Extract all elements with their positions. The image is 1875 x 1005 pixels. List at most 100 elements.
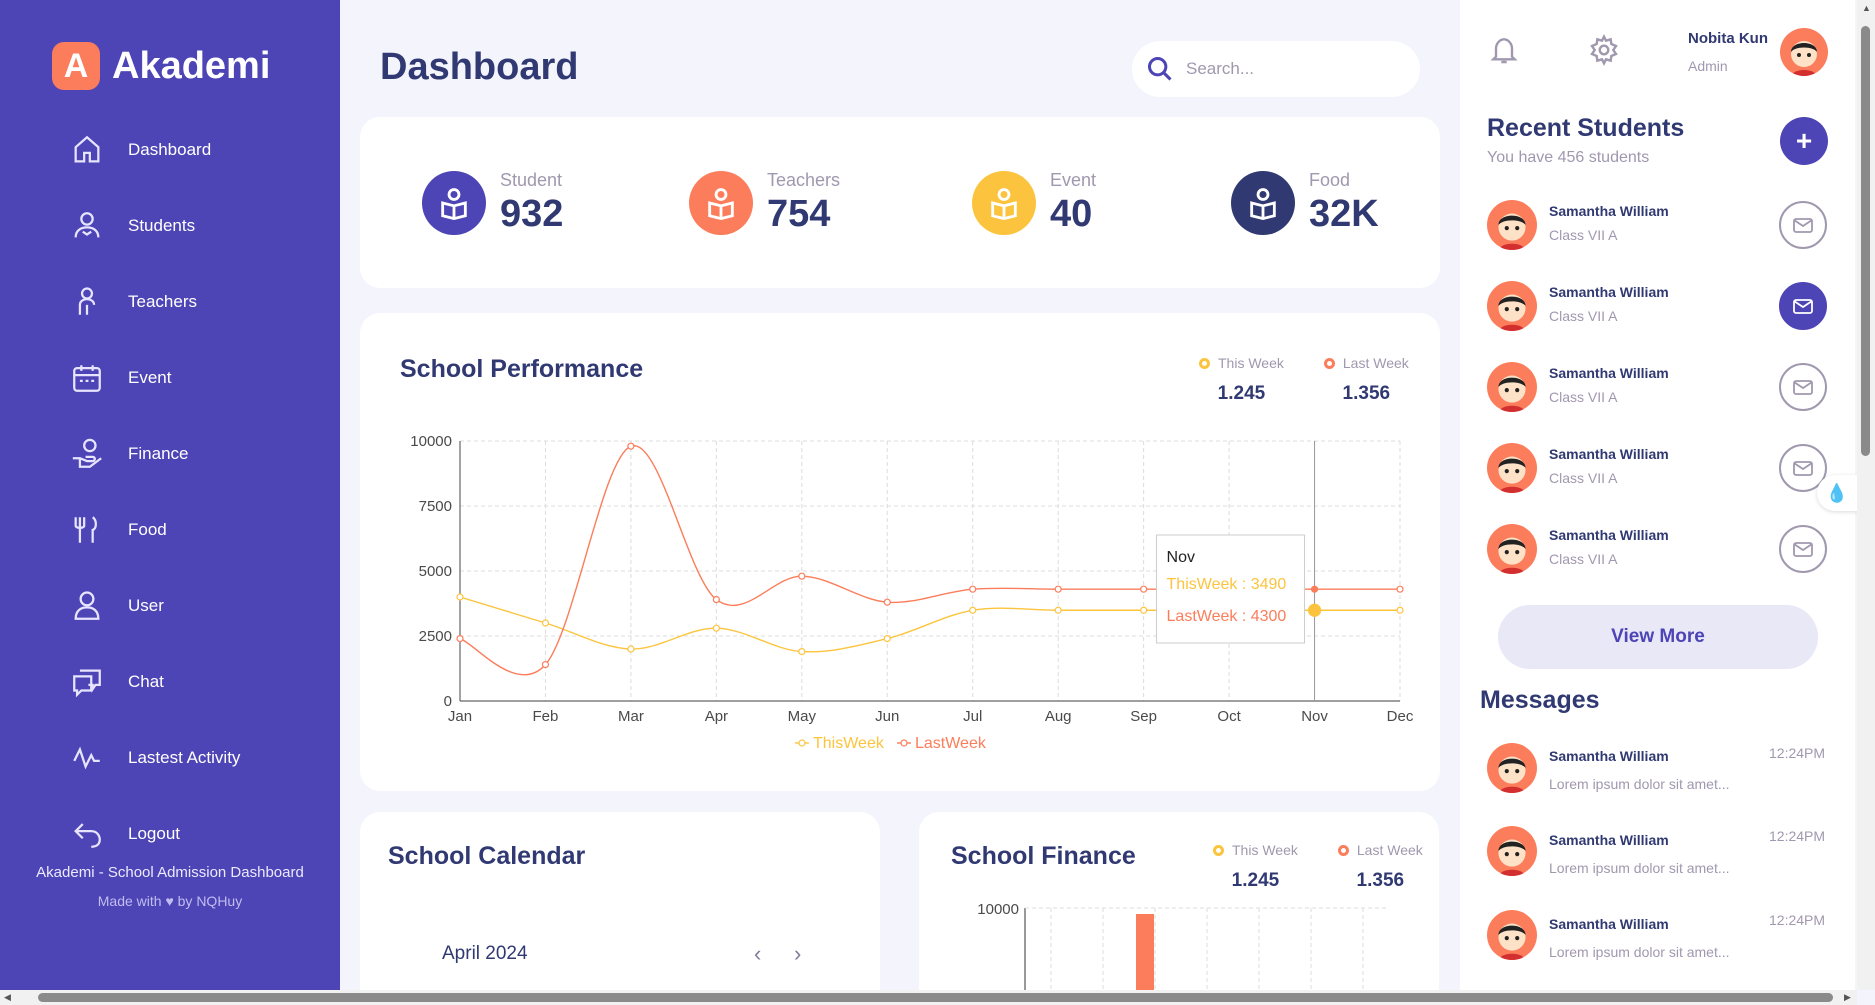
add-student-button[interactable]: + — [1780, 117, 1828, 165]
scroll-right-icon[interactable]: ▶ — [1844, 992, 1851, 1003]
user-name: Nobita Kun — [1688, 30, 1768, 47]
sender-name: Samantha William — [1549, 832, 1669, 848]
student-avatar — [1487, 524, 1537, 574]
sidebar-footer: Akademi - School Admission Dashboard Mad… — [0, 864, 340, 909]
footer-title: Akademi - School Admission Dashboard — [36, 864, 304, 881]
x-tick-label: Nov — [1301, 708, 1328, 725]
sidebar-nav: Dashboard Students Teachers Event Financ… — [0, 112, 340, 872]
horizontal-scrollbar[interactable]: ◀ ▶ — [0, 990, 1857, 1005]
thisweek-point — [798, 648, 806, 656]
vertical-scroll-thumb[interactable] — [1861, 26, 1870, 456]
avatar-icon — [1498, 923, 1526, 960]
stat-value: 40 — [1050, 193, 1093, 235]
avatar-icon — [1498, 537, 1526, 574]
sidebar-item-finance[interactable]: Finance — [0, 416, 340, 492]
stat-teachers: Teachers 754 — [689, 170, 840, 236]
view-more-button[interactable]: View More — [1498, 605, 1818, 669]
stat-label: Food — [1309, 170, 1351, 190]
student-avatar — [1487, 281, 1537, 331]
y-tick-label: 2500 — [419, 628, 452, 645]
lastweek-point — [627, 442, 635, 450]
y-tick-label: 7500 — [419, 498, 452, 515]
finance-y-tick: 10000 — [977, 901, 1019, 918]
calendar-next-button[interactable]: › — [794, 941, 801, 967]
brand[interactable]: A Akademi — [52, 42, 270, 90]
x-tick-label: Jul — [963, 708, 982, 725]
sender-avatar — [1487, 743, 1537, 793]
stat-event: Event 40 — [972, 170, 1096, 236]
school-performance-card: School Performance This Week 1.245 Last … — [360, 313, 1440, 791]
sidebar-item-teachers[interactable]: Teachers — [0, 264, 340, 340]
student-avatar — [1487, 362, 1537, 412]
school-calendar-card: School Calendar April 2024 ‹ › — [360, 812, 880, 1005]
x-tick-label: Feb — [533, 708, 559, 725]
vertical-scrollbar[interactable]: ▲ — [1857, 0, 1875, 990]
sidebar-item-label: Lastest Activity — [128, 748, 241, 767]
message-student-button[interactable] — [1779, 282, 1827, 330]
student-avatar — [1487, 443, 1537, 493]
lastweek-point — [541, 661, 550, 669]
avatar-icon — [1498, 756, 1526, 793]
settings-button[interactable] — [1588, 33, 1624, 70]
sidebar-item-label: User — [128, 596, 164, 615]
sidebar-item-label: Food — [128, 520, 167, 539]
sidebar-item-label: Logout — [128, 824, 180, 843]
x-tick-label: Jan — [448, 708, 472, 725]
user-avatar[interactable] — [1780, 28, 1828, 76]
extension-button[interactable]: 💧 — [1817, 475, 1857, 511]
x-tick-label: Aug — [1045, 708, 1072, 725]
message-student-button[interactable] — [1779, 201, 1827, 249]
sidebar-item-event[interactable]: Event — [0, 340, 340, 416]
lastweek-point — [1054, 585, 1062, 593]
tooltip-month: Nov — [1167, 549, 1195, 566]
message-preview: Lorem ipsum dolor sit amet... — [1549, 944, 1730, 960]
message-student-button[interactable] — [1779, 525, 1827, 573]
sidebar-item-logout[interactable]: Logout — [0, 796, 340, 872]
calendar-month: April 2024 — [442, 943, 528, 964]
chat-icon — [73, 669, 101, 698]
finance-icon — [72, 438, 102, 468]
home-icon — [74, 135, 100, 163]
footer-credit: Made with ♥ by NQHuy — [97, 893, 243, 909]
lastweek-point — [883, 598, 891, 606]
thisweek-point — [712, 624, 720, 632]
sidebar-item-food[interactable]: Food — [0, 492, 340, 568]
performance-chart[interactable]: 025005000750010000Jan Feb Mar Apr May Jun Jul A… — [360, 313, 1440, 791]
scroll-left-icon[interactable]: ◀ — [4, 992, 11, 1003]
avatar-icon — [1498, 294, 1526, 331]
sidebar: A Akademi Dashboard Students Teachers Ev… — [0, 0, 340, 990]
lastweek-point — [798, 572, 806, 580]
student-class: Class VII A — [1549, 308, 1618, 324]
notifications-button[interactable] — [1488, 34, 1524, 70]
stat-label: Event — [1050, 170, 1097, 190]
food-icon — [1250, 188, 1276, 220]
sender-name: Samantha William — [1549, 748, 1669, 764]
y-tick-label: 5000 — [419, 563, 452, 580]
message-time: 12:24PM — [1769, 745, 1826, 761]
sidebar-item-students[interactable]: Students — [0, 188, 340, 264]
stat-value: 32K — [1309, 193, 1379, 235]
finance-chart[interactable]: 10000 — [919, 812, 1439, 1005]
sidebar-item-user[interactable]: User — [0, 568, 340, 644]
sidebar-item-dashboard[interactable]: Dashboard — [0, 112, 340, 188]
search-input[interactable] — [1186, 59, 1406, 79]
search-icon — [1147, 56, 1172, 81]
scroll-up-icon[interactable]: ▲ — [1862, 3, 1871, 13]
calendar-prev-button[interactable]: ‹ — [754, 941, 761, 967]
message-time: 12:24PM — [1769, 912, 1826, 928]
stat-value: 754 — [767, 193, 831, 235]
thisweek-point — [1054, 606, 1062, 614]
student-icon — [441, 188, 467, 220]
thisweek-point — [883, 635, 891, 643]
message-student-button[interactable] — [1779, 363, 1827, 411]
avatar-icon — [1498, 213, 1526, 250]
sidebar-item-latest-activity[interactable]: Lastest Activity — [0, 720, 340, 796]
teacher-icon — [78, 287, 96, 315]
search-bar[interactable] — [1132, 41, 1420, 97]
sender-avatar — [1487, 910, 1537, 960]
horizontal-scroll-thumb[interactable] — [38, 993, 1833, 1002]
lastweek-point — [969, 585, 977, 593]
sidebar-item-chat[interactable]: Chat — [0, 644, 340, 720]
school-finance-card: School Finance This Week 1.245 Last Week… — [919, 812, 1439, 1005]
student-name: Samantha William — [1549, 284, 1669, 300]
